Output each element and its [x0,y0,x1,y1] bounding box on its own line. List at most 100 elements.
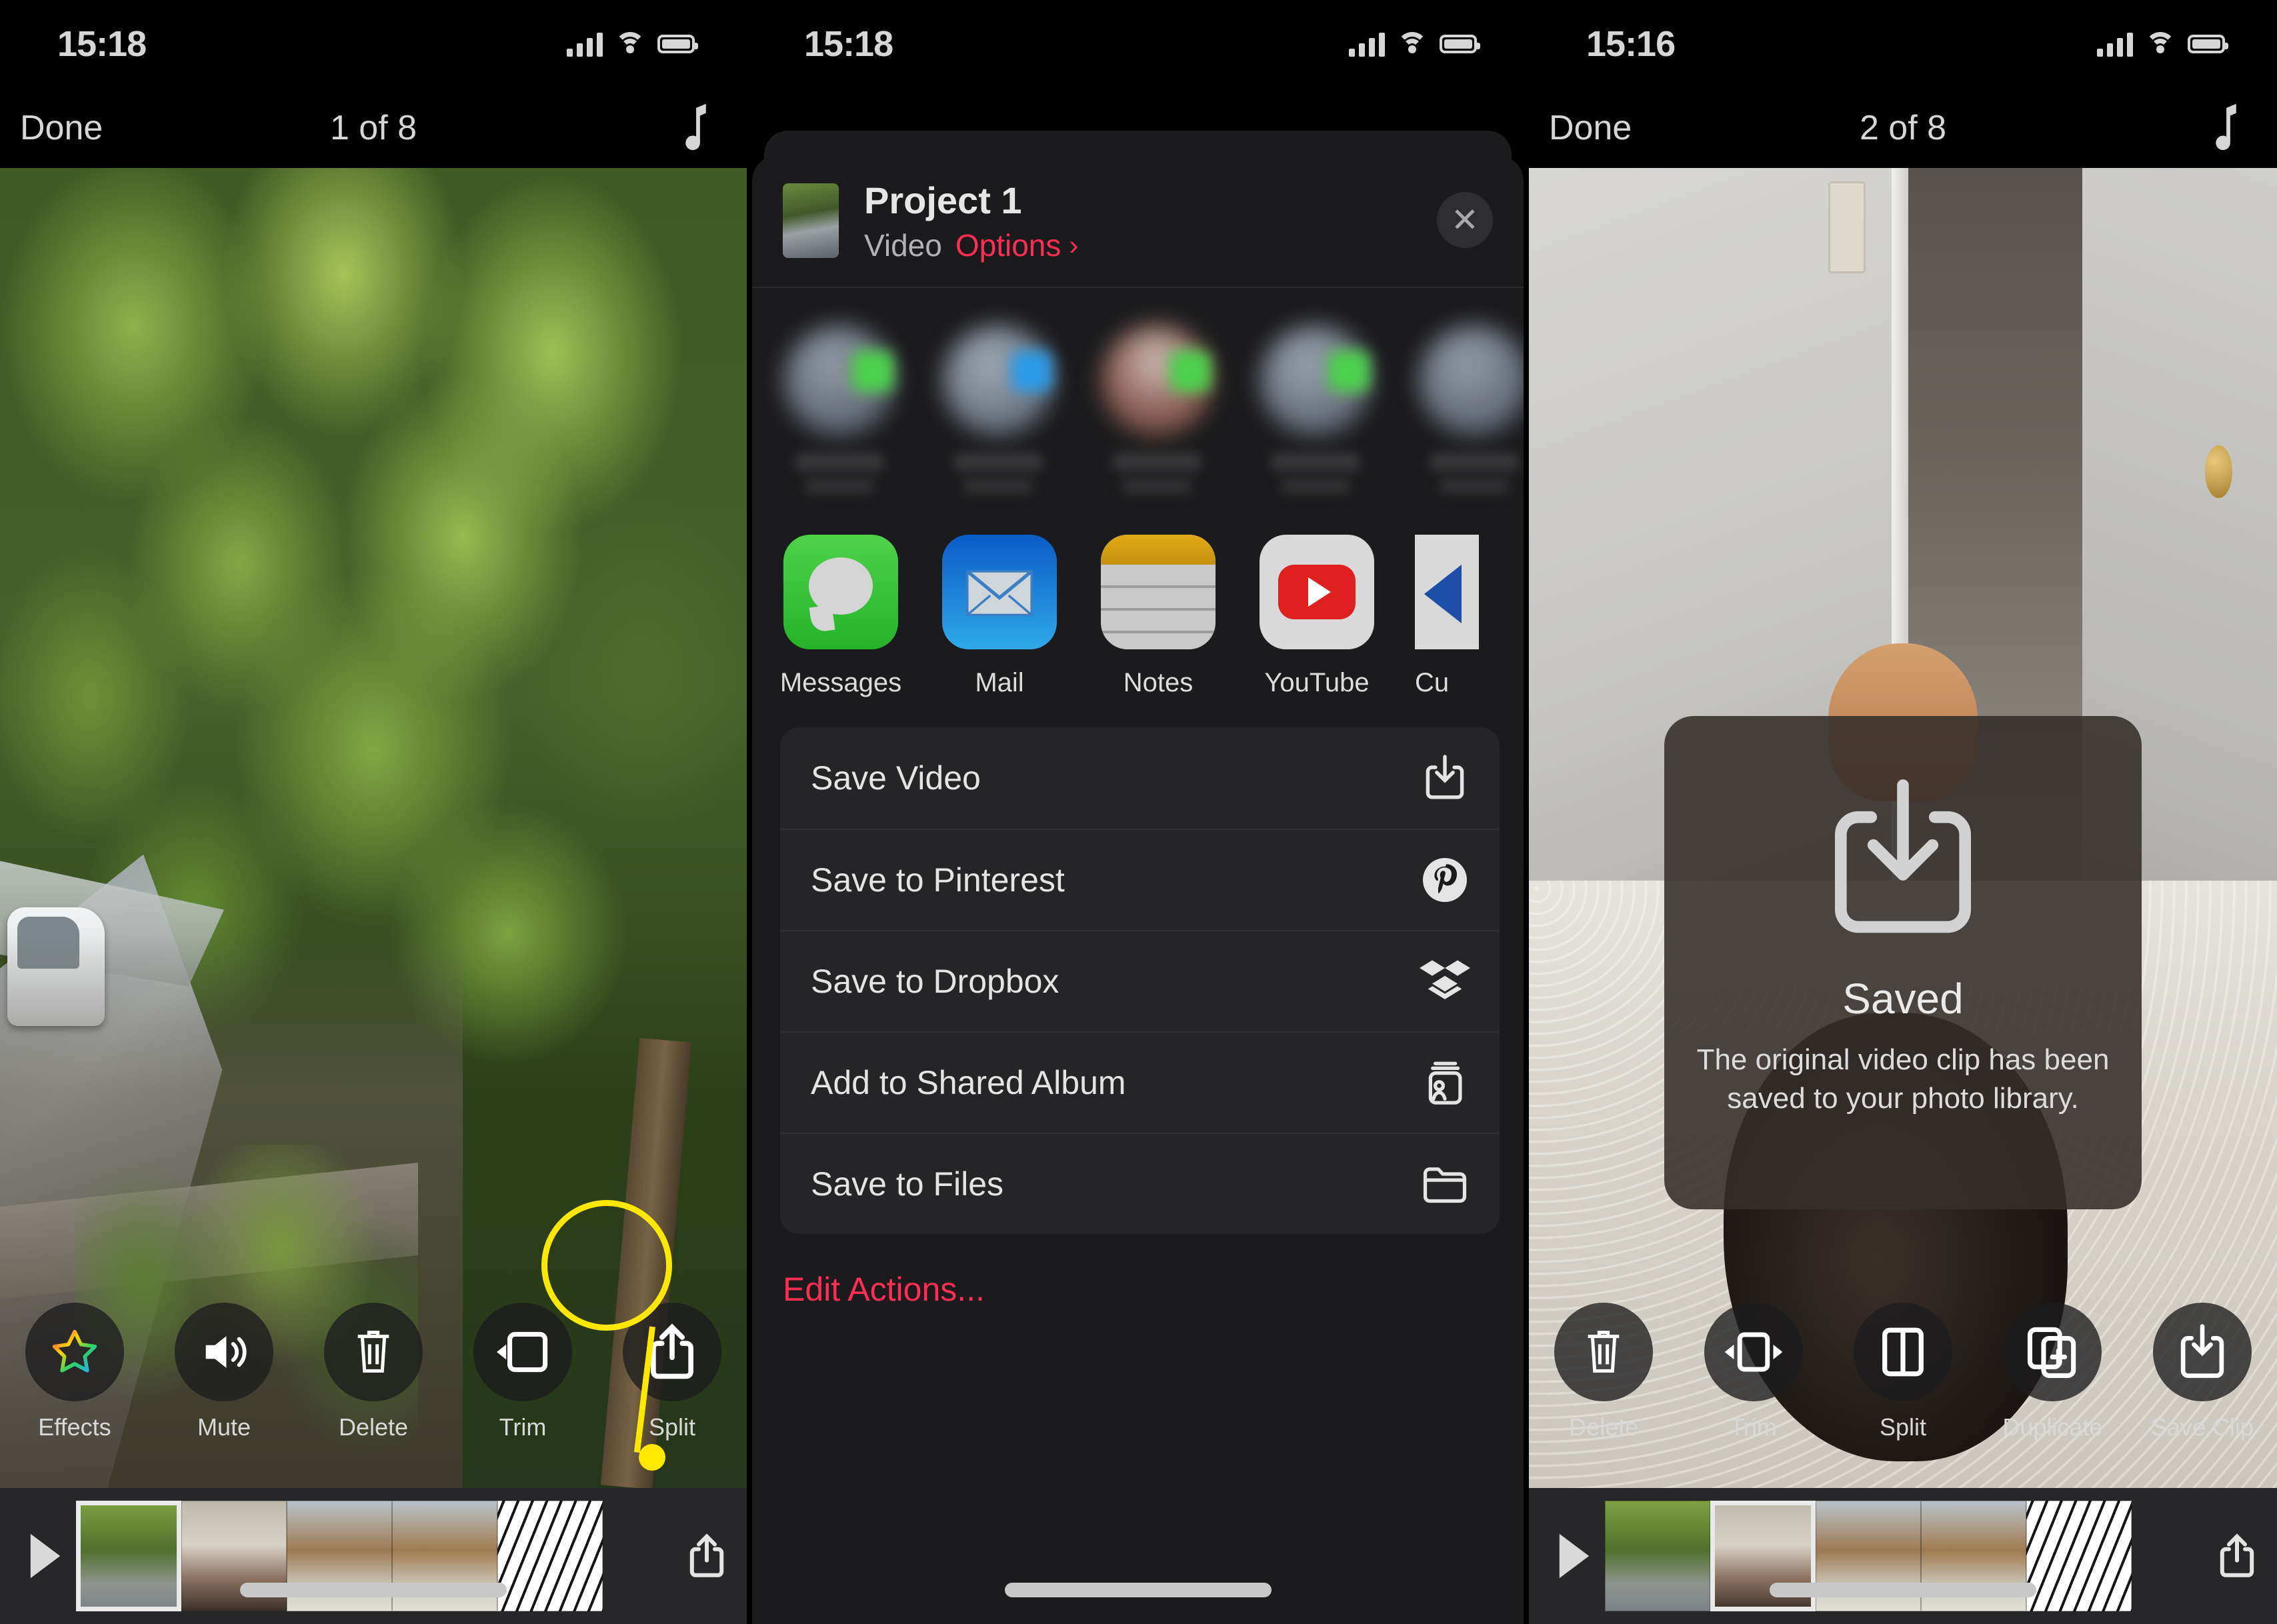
wifi-icon [2145,32,2176,56]
status-indicators [2097,31,2228,57]
tool-delete[interactable]: Delete [1529,1303,1678,1441]
notes-icon [1101,535,1216,649]
tool-save-clip[interactable]: Save Clip [2128,1303,2277,1441]
action-save-pinterest[interactable]: Save to Pinterest [780,829,1500,930]
panel-editor-clip1: Effects Mute Delete Trim Split 15:18 Don… [0,0,747,1624]
app-label: Cu [1415,668,1450,697]
action-add-shared-album[interactable]: Add to Shared Album [780,1031,1500,1133]
speaker-icon [175,1303,273,1401]
split-icon [1854,1303,1953,1401]
tool-label: Effects [38,1413,111,1441]
status-bar-1: 15:18 [0,0,747,88]
share-app-notes[interactable]: Notes [1097,535,1219,698]
trim-icon [473,1303,572,1401]
share-sheet-header: Project 1 Video Options › ✕ [752,155,1524,288]
tool-label: Delete [1569,1413,1639,1441]
share-app-youtube[interactable]: YouTube [1256,535,1378,698]
timeline-filmstrip-2[interactable] [1529,1488,2277,1624]
status-time: 15:18 [804,24,893,64]
options-button[interactable]: Options › [955,227,1079,263]
folder-icon [1420,1159,1470,1209]
contact-suggestion[interactable] [1097,325,1216,493]
contact-suggestion[interactable] [939,325,1057,493]
share-app-cut[interactable]: Cu [1415,535,1479,698]
action-label: Save to Dropbox [811,963,1059,1000]
project-meta: Project 1 Video Options › [864,179,1078,263]
action-label: Save to Pinterest [811,861,1065,899]
tool-label: Save Clip [2150,1413,2254,1441]
nav-bar-1: Done 1 of 8 [0,88,747,168]
tool-label: Split [1880,1413,1927,1441]
cellular-signal-icon [567,31,603,57]
trim-icon [1704,1303,1803,1401]
tool-share[interactable]: Split [597,1303,747,1441]
music-note-icon[interactable] [676,102,712,154]
share-app-mail[interactable]: Mail [939,535,1060,698]
tool-split[interactable]: Split [1828,1303,1978,1441]
done-button[interactable]: Done [20,108,103,148]
save-download-icon [1420,753,1470,803]
timeline-frame[interactable] [76,1501,181,1611]
messages-icon [783,535,898,649]
tool-effects[interactable]: Effects [0,1303,149,1441]
tool-label: Mute [197,1413,251,1441]
app-label: Messages [779,668,902,697]
music-note-icon[interactable] [2206,102,2242,154]
status-indicators [567,31,698,57]
chevron-right-icon: › [1069,229,1079,261]
tool-label: Duplicate [2002,1413,2103,1441]
timeline-frame[interactable] [1605,1501,1710,1611]
project-subtitle-row: Video Options › [864,227,1078,263]
options-label: Options [955,227,1061,263]
status-indicators [1349,31,1480,57]
battery-icon [657,35,698,53]
timeline-frame[interactable] [497,1501,603,1611]
tool-label: Trim [499,1413,547,1441]
action-label: Save Video [811,759,981,797]
play-icon[interactable] [15,1531,76,1581]
close-icon[interactable]: ✕ [1437,192,1493,248]
clip-tools-toolbar-2: Delete Trim Split Duplicate Save Clip [1529,1288,2277,1488]
action-save-dropbox[interactable]: Save to Dropbox [780,930,1500,1031]
tool-duplicate[interactable]: Duplicate [1978,1303,2127,1441]
action-save-to-files[interactable]: Save to Files [780,1133,1500,1234]
mail-icon [942,535,1057,649]
share-actions-list[interactable]: Save Video Save to Pinterest Save to Dro… [780,727,1500,1234]
play-icon[interactable] [1544,1531,1605,1581]
share-app-messages[interactable]: Messages [780,535,901,698]
clip-counter: 2 of 8 [1859,109,1947,147]
project-kind: Video [864,227,942,263]
action-save-video[interactable]: Save Video [780,727,1500,829]
video-preview-1[interactable]: Effects Mute Delete Trim Split [0,168,747,1488]
pinterest-icon [1420,855,1470,905]
action-label: Save to Files [811,1165,1004,1203]
share-apps-row[interactable]: Messages Mail Notes YouTube Cu [752,523,1524,718]
status-bar-2: 15:18 [747,0,1529,88]
saved-toast: Saved The original video clip has been s… [1664,716,2142,1209]
trash-icon [324,1303,423,1401]
home-indicator [1004,1583,1272,1597]
share-icon[interactable] [2197,1531,2277,1581]
dropbox-icon [1420,956,1470,1007]
done-button[interactable]: Done [1549,108,1632,148]
tool-trim[interactable]: Trim [448,1303,597,1441]
contact-suggestion[interactable] [780,325,899,493]
video-preview-2[interactable]: Saved The original video clip has been s… [1529,168,2277,1488]
contact-suggestion[interactable] [1415,325,1524,493]
timeline-filmstrip-1[interactable] [0,1488,747,1624]
tool-mute[interactable]: Mute [149,1303,299,1441]
timeline-frame[interactable] [2026,1501,2132,1611]
tool-trim[interactable]: Trim [1678,1303,1828,1441]
cellular-signal-icon [1349,31,1385,57]
contact-suggestions-row[interactable] [752,288,1524,523]
contact-suggestion[interactable] [1256,325,1375,493]
star-effects-icon [25,1303,124,1401]
project-thumbnail [783,183,839,258]
share-icon[interactable] [667,1531,747,1581]
wifi-icon [615,32,645,56]
tool-delete[interactable]: Delete [299,1303,448,1441]
edit-actions-button[interactable]: Edit Actions... [752,1234,1524,1309]
save-download-icon [2152,1303,2252,1401]
nav-bar-3: Done 2 of 8 [1529,88,2277,168]
action-label: Add to Shared Album [811,1064,1126,1101]
